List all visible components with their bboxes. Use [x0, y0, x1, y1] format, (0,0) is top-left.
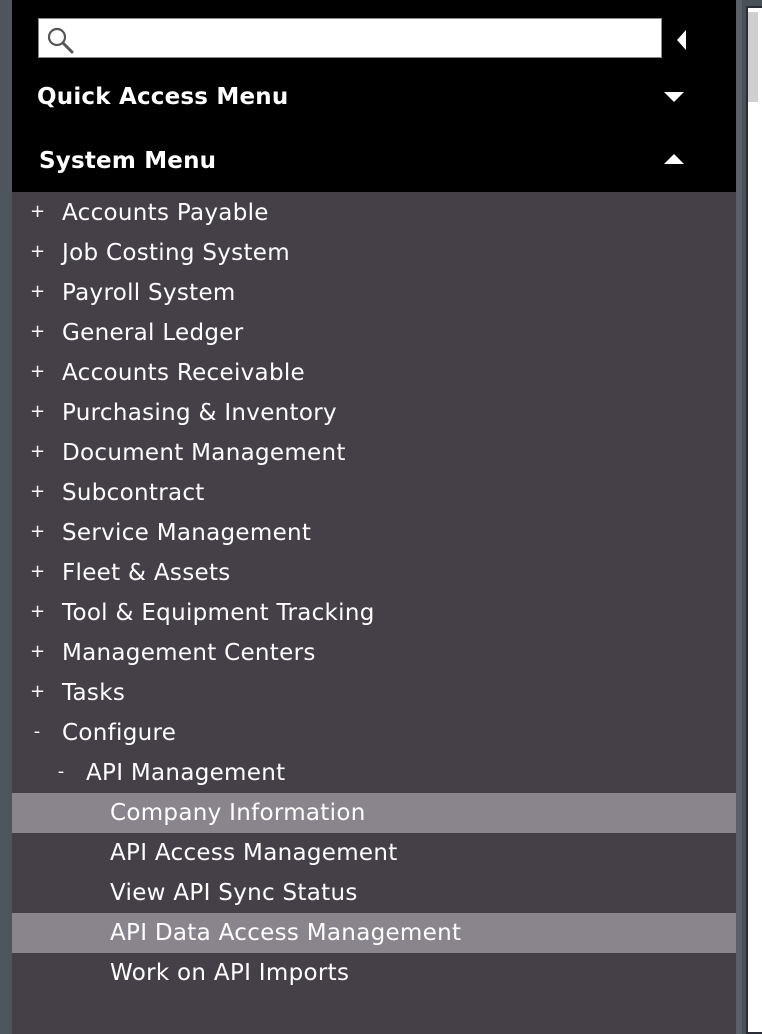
expand-icon[interactable]: + [30, 640, 45, 664]
quick-access-menu-title: Quick Access Menu [37, 84, 289, 110]
expand-icon[interactable]: + [30, 320, 45, 344]
expand-icon[interactable]: + [30, 400, 45, 424]
expand-icon[interactable]: + [30, 560, 45, 584]
system-menu-title: System Menu [39, 148, 217, 174]
sidebar-header-area: Quick Access Menu System Menu [12, 0, 736, 192]
menu-item-label: Configure [62, 720, 177, 746]
collapse-icon[interactable]: - [30, 720, 44, 744]
chevron-up-icon[interactable] [662, 152, 686, 166]
menu-item[interactable]: + Management Centers [12, 633, 736, 673]
menu-item[interactable]: + Fleet & Assets [12, 553, 736, 593]
menu-item[interactable]: + Purchasing & Inventory [12, 393, 736, 433]
menu-item[interactable]: + Subcontract [12, 473, 736, 513]
menu-item[interactable]: View API Sync Status [12, 873, 736, 913]
menu-item-label: Service Management [62, 520, 312, 546]
collapse-icon[interactable]: - [54, 760, 68, 784]
expand-icon[interactable]: + [30, 520, 45, 544]
chevron-down-icon[interactable] [662, 90, 686, 104]
expand-icon[interactable]: + [30, 200, 45, 224]
menu-item[interactable]: + Tool & Equipment Tracking [12, 593, 736, 633]
menu-item[interactable]: + General Ledger [12, 313, 736, 353]
menu-item[interactable]: + Tasks [12, 673, 736, 713]
menu-item-label: Job Costing System [62, 240, 290, 266]
menu-item[interactable]: + Accounts Payable [12, 193, 736, 233]
menu-item[interactable]: + Document Management [12, 433, 736, 473]
menu-item[interactable]: + Service Management [12, 513, 736, 553]
menu-item-label: Accounts Payable [62, 200, 269, 226]
menu-item-label: Accounts Receivable [62, 360, 305, 386]
menu-item-label: View API Sync Status [110, 880, 358, 906]
search-box [38, 18, 662, 58]
menu-item[interactable]: - API Management [12, 753, 736, 793]
scrollbar-thumb[interactable] [748, 12, 758, 102]
menu-item-label: Tasks [62, 680, 126, 706]
menu-item-label: Payroll System [62, 280, 236, 306]
pane-divider[interactable] [736, 0, 742, 1034]
expand-icon[interactable]: + [30, 360, 45, 384]
expand-icon[interactable]: + [30, 240, 45, 264]
quick-access-menu-header[interactable]: Quick Access Menu [12, 70, 736, 126]
navigation-sidebar: Quick Access Menu System Menu + Accounts … [12, 0, 736, 1034]
menu-item[interactable]: - Configure [12, 713, 736, 753]
expand-icon[interactable]: + [30, 280, 45, 304]
expand-icon[interactable]: + [30, 600, 45, 624]
menu-item-label: API Management [86, 760, 286, 786]
menu-item-label: API Access Management [110, 840, 398, 866]
menu-item-label: Subcontract [62, 480, 205, 506]
menu-item-label: Management Centers [62, 640, 316, 666]
menu-item-label: Company Information [110, 800, 366, 826]
menu-item-label: General Ledger [62, 320, 244, 346]
expand-icon[interactable]: + [30, 480, 45, 504]
menu-item[interactable]: + Accounts Receivable [12, 353, 736, 393]
menu-item[interactable]: + Payroll System [12, 273, 736, 313]
menu-item-label: Work on API Imports [110, 960, 350, 986]
menu-item-label: Purchasing & Inventory [62, 400, 337, 426]
menu-item[interactable]: API Access Management [12, 833, 736, 873]
menu-item-label: Tool & Equipment Tracking [62, 600, 375, 626]
menu-item[interactable]: + Job Costing System [12, 233, 736, 273]
menu-item[interactable]: Work on API Imports [12, 953, 736, 993]
menu-item-label: API Data Access Management [110, 920, 462, 946]
expand-icon[interactable]: + [30, 440, 45, 464]
menu-item-label: Document Management [62, 440, 346, 466]
search-input[interactable] [77, 19, 657, 57]
content-pane [746, 6, 762, 1034]
system-menu-header[interactable]: System Menu [12, 134, 736, 190]
search-icon [47, 27, 74, 54]
menu-item-label: Fleet & Assets [62, 560, 231, 586]
expand-icon[interactable]: + [30, 680, 45, 704]
menu-item[interactable]: Company Information [12, 793, 736, 833]
menu-item[interactable]: API Data Access Management [12, 913, 736, 953]
collapse-sidebar-icon[interactable] [674, 28, 690, 52]
window-left-edge [0, 0, 12, 1034]
